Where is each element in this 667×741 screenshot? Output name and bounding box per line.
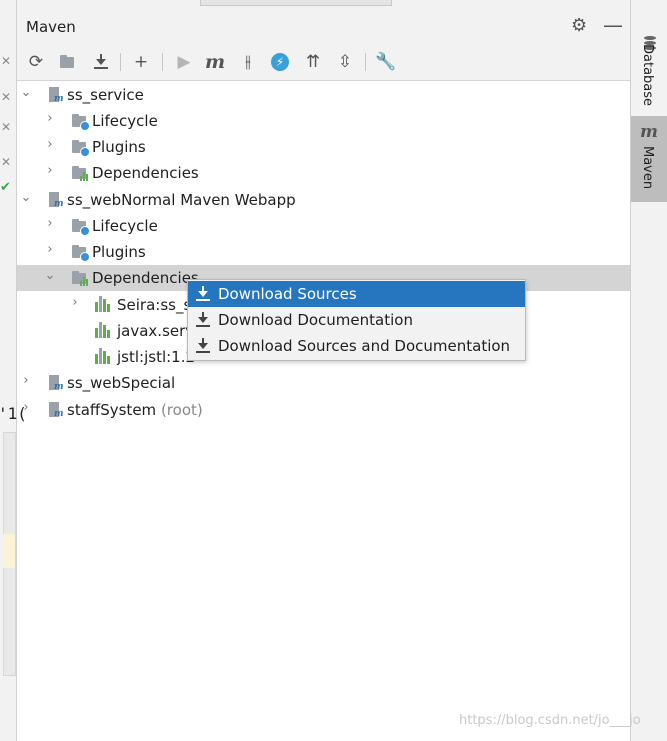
chevron-right-icon[interactable]: › (43, 216, 57, 231)
plugins-folder-icon (71, 243, 90, 262)
menu-item-download-documentation[interactable]: Download Documentation (188, 307, 525, 333)
maven-module-icon: m (47, 401, 65, 419)
chevron-down-icon[interactable]: ⌄ (19, 85, 33, 100)
tree-node-staffsystem[interactable]: › m staffSystem (root) (17, 397, 630, 423)
download-icon (195, 285, 211, 303)
gear-icon[interactable]: ⚙ (571, 15, 587, 36)
context-menu: Download Sources Download Documentation … (187, 279, 526, 361)
chevron-right-icon[interactable]: › (43, 137, 57, 152)
watermark: https://blog.csdn.net/jo___jo (459, 713, 641, 728)
tree-node-ss-webspecial[interactable]: › m ss_webSpecial (17, 370, 630, 396)
maven-module-icon: m (47, 86, 65, 104)
toolbar-separator (162, 53, 163, 71)
tree-node-label: Plugins (92, 243, 146, 261)
chevron-right-icon[interactable]: › (43, 111, 57, 126)
menu-item-download-sources-and-documentation[interactable]: Download Sources and Documentation (188, 333, 525, 359)
tree-node-dependencies[interactable]: › Dependencies (17, 160, 630, 186)
editor-tab[interactable] (200, 0, 392, 6)
lifecycle-folder-icon (71, 217, 90, 236)
tree-node-label: Seira:ss_s (117, 296, 192, 314)
project-name: staffSystem (67, 401, 157, 419)
skip-tests-icon[interactable]: ⚡ (268, 50, 292, 74)
tree-node-label: Dependencies (92, 164, 199, 182)
maven-module-icon: m (47, 374, 65, 392)
root-tag: (root) (160, 401, 203, 419)
tree-node-label: ss_webSpecial (67, 374, 176, 392)
panel-title: Maven (26, 18, 76, 36)
show-dependencies-icon[interactable]: ⇈ (301, 50, 325, 74)
close-tab-icon[interactable]: ✕ (1, 54, 11, 68)
plus-icon[interactable]: + (129, 50, 153, 74)
toolbar-separator (120, 53, 121, 71)
close-tab-icon[interactable]: ✕ (1, 155, 11, 169)
left-editor-gutter: ✕ ✕ ✕ ✕ ✔ '1( (0, 0, 27, 741)
tree-node-lifecycle[interactable]: › Lifecycle (17, 213, 630, 239)
tree-node-label: Dependencies (92, 269, 199, 287)
menu-item-label: Download Sources and Documentation (218, 337, 511, 355)
chevron-down-icon[interactable]: ⌄ (19, 190, 33, 205)
tree-node-label: ss_service (67, 86, 144, 104)
toggle-offline-icon[interactable]: ⫲ (236, 50, 260, 74)
tree-node-lifecycle[interactable]: › Lifecycle (17, 108, 630, 134)
chevron-right-icon[interactable]: › (43, 242, 57, 257)
tree-node-label: jstl:jstl:1.2 (117, 348, 196, 366)
maven-project-tree: ⌄ m ss_service › Lifecycle › Plugins › D… (17, 80, 630, 741)
toolbar-separator (365, 53, 366, 71)
collapse-all-icon[interactable]: ⇳ (333, 50, 357, 74)
tab-maven[interactable]: m Maven (631, 116, 667, 202)
close-tab-icon[interactable]: ✕ (1, 120, 11, 134)
maven-module-icon: m (47, 191, 65, 209)
maven-toolbar: ⟳ + ▶ m ⫲ ⚡ ⇈ ⇳ 🔧 (17, 44, 630, 81)
download-icon (195, 337, 211, 355)
tree-node-label: javax.serv (117, 322, 195, 340)
menu-item-label: Download Documentation (218, 311, 413, 329)
tab-label: Database (640, 44, 655, 107)
maven-m-icon: m (640, 122, 658, 142)
editor-line-highlight (3, 534, 15, 568)
chevron-right-icon[interactable]: › (19, 373, 33, 388)
dependencies-folder-icon (71, 164, 89, 182)
right-tool-window-bar: Database m Maven (630, 0, 667, 741)
tab-label: Maven (640, 146, 655, 190)
checkmark-icon: ✔ (0, 180, 11, 195)
close-tab-icon[interactable]: ✕ (1, 90, 11, 104)
maven-panel-header: Maven ⚙ — (17, 8, 630, 44)
tree-node-label: Lifecycle (92, 217, 158, 235)
library-icon (95, 296, 113, 314)
tree-node-ss-service[interactable]: ⌄ m ss_service (17, 82, 630, 108)
settings-wrench-icon[interactable]: 🔧 (374, 50, 398, 74)
plugins-folder-icon (71, 138, 90, 157)
tree-node-plugins[interactable]: › Plugins (17, 134, 630, 160)
refresh-icon[interactable]: ⟳ (24, 50, 48, 74)
dependencies-folder-icon (71, 269, 89, 287)
menu-item-label: Download Sources (218, 285, 357, 303)
tree-node-plugins[interactable]: › Plugins (17, 239, 630, 265)
chevron-right-icon[interactable]: › (68, 295, 82, 310)
hide-panel-icon[interactable]: — (603, 13, 623, 37)
maven-m-icon[interactable]: m (203, 50, 227, 74)
tree-node-label: staffSystem (root) (67, 401, 203, 419)
tab-database[interactable]: Database (631, 14, 667, 106)
chevron-right-icon[interactable]: › (19, 400, 33, 415)
menu-item-download-sources[interactable]: Download Sources (188, 281, 525, 307)
run-icon[interactable]: ▶ (172, 50, 196, 74)
chevron-down-icon[interactable]: ⌄ (43, 268, 57, 283)
library-icon (95, 348, 113, 366)
download-icon[interactable] (89, 50, 113, 74)
tree-node-label: Lifecycle (92, 112, 158, 130)
download-icon (195, 311, 211, 329)
tree-node-label: ss_webNormal Maven Webapp (67, 191, 296, 209)
add-folder-icon[interactable] (56, 50, 80, 74)
tree-node-label: Plugins (92, 138, 146, 156)
tree-node-ss-webnormal[interactable]: ⌄ m ss_webNormal Maven Webapp (17, 187, 630, 213)
top-tab-strip (17, 0, 630, 8)
lifecycle-folder-icon (71, 112, 90, 131)
chevron-right-icon[interactable]: › (43, 163, 57, 178)
library-icon (95, 322, 113, 340)
